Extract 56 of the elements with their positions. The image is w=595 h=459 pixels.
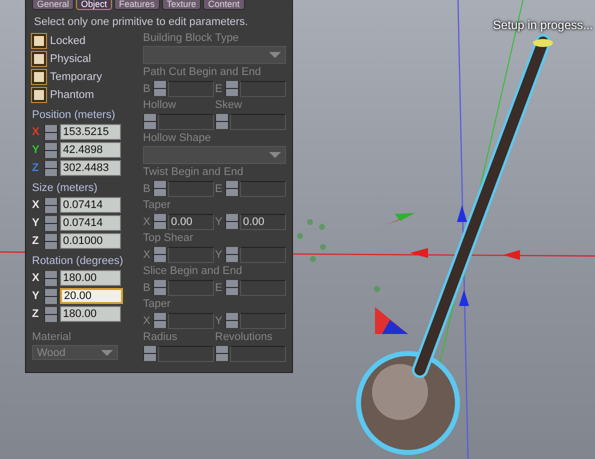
axis-label: X	[32, 126, 40, 138]
number-field[interactable]: 42.4898	[60, 142, 121, 158]
axis-label: B	[143, 82, 152, 94]
tab[interactable]: Object	[76, 0, 112, 10]
checkbox-label: Temporary	[50, 71, 102, 83]
section-label: Size (meters)	[32, 182, 98, 194]
axis-label: B	[143, 182, 152, 194]
parameter-label: Skew	[215, 99, 243, 113]
number-field[interactable]: 302.4483	[60, 160, 121, 176]
number-field[interactable]: 180.00	[60, 306, 121, 322]
parameter-label: Slice Begin and End	[143, 265, 244, 279]
section-label: Material	[32, 331, 72, 343]
axis-label: Y	[32, 217, 40, 229]
axis-label: E	[215, 82, 224, 94]
axis-label: Y	[32, 144, 40, 156]
axis-label: E	[215, 182, 224, 194]
parameter-label: Hollow Shape	[143, 132, 212, 146]
parameter-label: Building Block Type	[143, 32, 240, 46]
parameter-label: Path Cut Begin and End	[143, 66, 262, 80]
axis-label: X	[32, 272, 40, 284]
number-field[interactable]: 20.00	[60, 288, 123, 304]
axis-label: Y	[215, 216, 224, 228]
axis-label: Y	[32, 290, 40, 302]
axis-label: X	[143, 216, 152, 228]
axis-label: Y	[215, 314, 224, 326]
number-field[interactable]: 0.07414	[60, 215, 121, 231]
axis-label: X	[143, 314, 152, 326]
number-field[interactable]: 0.07414	[60, 197, 121, 213]
parameter-label: Radius	[143, 331, 178, 345]
parameter-label: Top Shear	[143, 232, 194, 246]
parameter-label: Taper	[143, 199, 172, 213]
axis-label: Z	[32, 162, 40, 174]
tab[interactable]: Content	[203, 0, 245, 10]
section-label: Rotation (degrees)	[32, 255, 124, 267]
number-field[interactable]: 180.00	[60, 270, 121, 286]
checkbox-label: Locked	[50, 35, 86, 47]
number-field[interactable]: 153.5215	[60, 124, 121, 140]
parameter-label: Taper	[143, 298, 172, 312]
tab[interactable]: Features	[114, 0, 160, 10]
axis-label: X	[143, 248, 152, 260]
parameter-label: Twist Begin and End	[143, 166, 244, 180]
axis-label: Y	[215, 248, 224, 260]
tab[interactable]: Texture	[162, 0, 202, 10]
checkbox-label: Phantom	[50, 89, 94, 101]
notice-text: Select only one primitive to edit parameters.	[34, 16, 249, 28]
tab[interactable]: General	[32, 0, 74, 10]
axis-label: B	[143, 282, 152, 294]
section-label: Position (meters)	[32, 109, 116, 121]
parameter-label: Hollow	[143, 99, 178, 113]
axis-label: X	[32, 199, 40, 211]
checkbox-label: Physical	[50, 53, 91, 65]
number-field[interactable]: 0.01000	[60, 233, 121, 249]
axis-label: E	[215, 282, 224, 294]
axis-label: Z	[32, 235, 40, 247]
axis-label: Z	[32, 308, 40, 320]
parameter-label: Revolutions	[215, 331, 274, 345]
